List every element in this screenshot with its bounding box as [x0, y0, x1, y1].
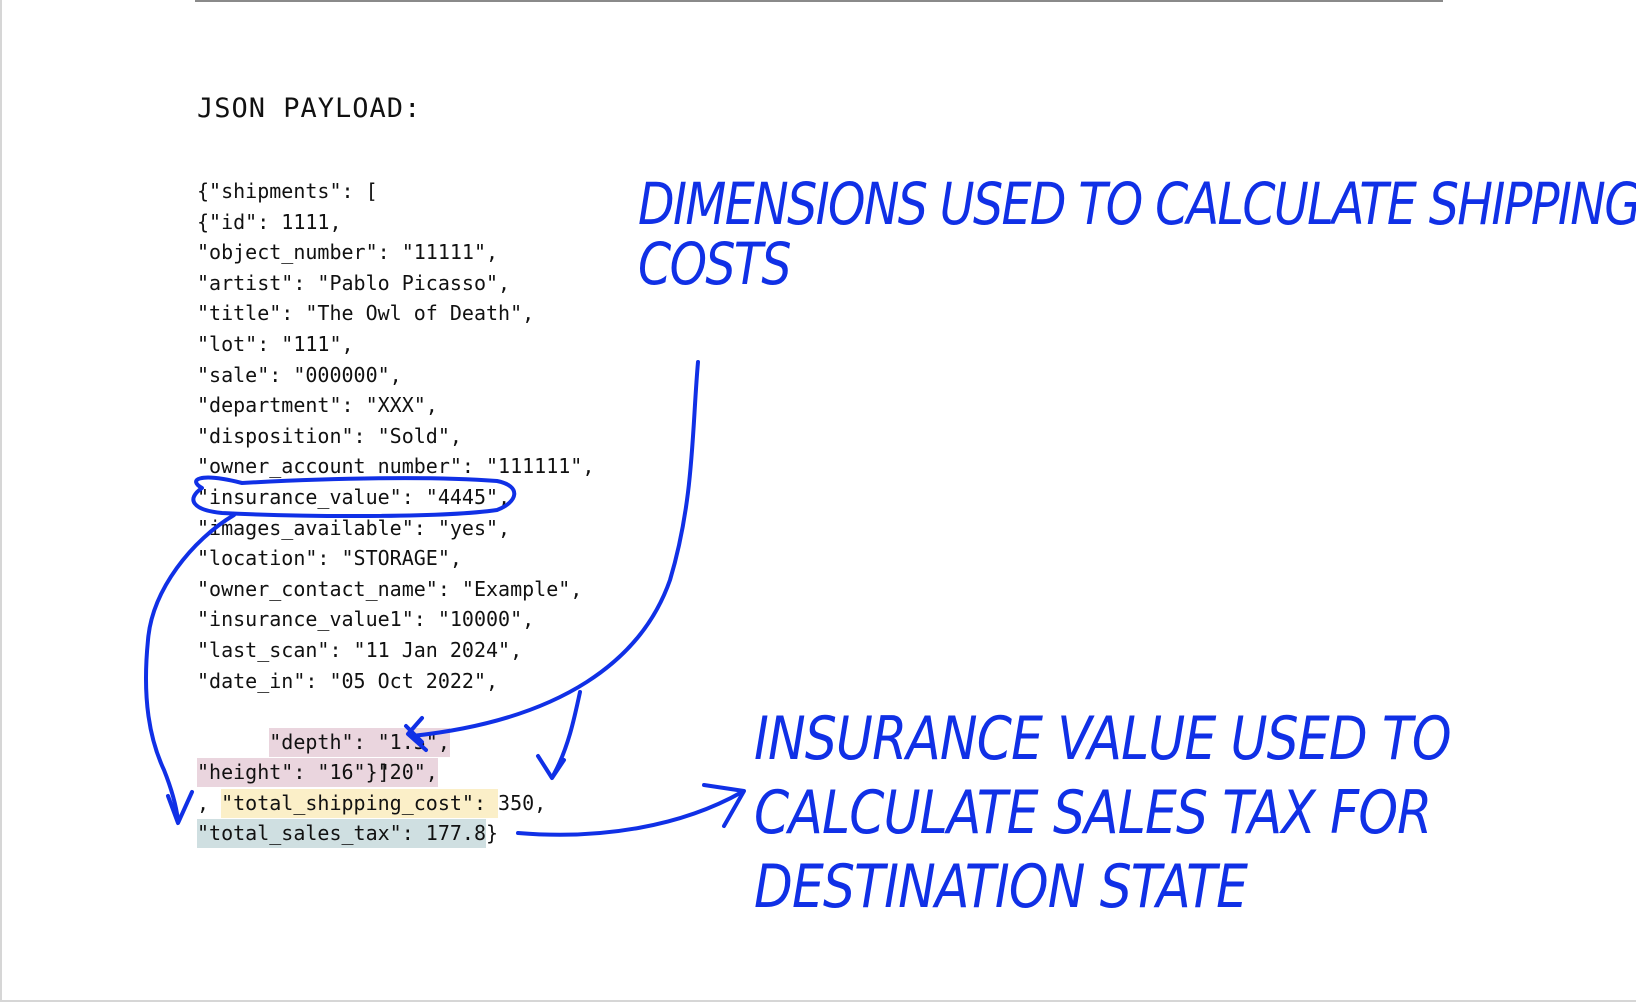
json-payload-code: {"shipments": [ {"id": 1111, "object_num…	[197, 176, 594, 849]
top-rule-divider	[195, 0, 1443, 2]
code-line: "object_number": "11111",	[197, 240, 499, 265]
height-suffix: }]	[365, 760, 390, 785]
insurance-annotation-line: CALCULATE SALES TAX FOR	[754, 778, 1432, 848]
insurance-link-arrowhead	[166, 790, 194, 825]
code-line: "images_available": "yes",	[197, 515, 511, 540]
code-line: "sale": "000000",	[197, 362, 402, 387]
shipping-cost-value: 350,	[498, 790, 547, 815]
code-line-shipping-cost: , "total_shipping_cost": 350,	[197, 788, 594, 819]
code-line: "insurance_value1": "10000",	[197, 607, 535, 632]
sales-tax-suffix: }	[485, 821, 499, 846]
sales-tax-highlight: "total_sales_tax": 177.8	[197, 819, 486, 849]
payload-heading: JSON PAYLOAD:	[197, 93, 422, 124]
document-page: JSON PAYLOAD: {"shipments": [ {"id": 111…	[0, 0, 1636, 1002]
insurance-annotation: INSURANCE VALUE USED TO CALCULATE SALES …	[754, 702, 1452, 924]
tax-to-note-arrowhead	[702, 783, 746, 828]
code-line: "disposition": "Sold",	[197, 423, 462, 448]
dimensions-annotation-line: COSTS	[638, 230, 792, 298]
depth-highlight: "depth": "1.5",	[269, 727, 450, 757]
code-line: "location": "STORAGE",	[197, 546, 462, 571]
insurance-annotation-line: INSURANCE VALUE USED TO	[754, 704, 1452, 774]
shipping-prefix: ,	[197, 790, 222, 815]
height-highlight: "height": "16"	[197, 758, 366, 788]
shipping-cost-highlight: "total_shipping_cost":	[221, 788, 499, 818]
dimensions-annotation-line: DIMENSIONS USED TO CALCULATE SHIPPING	[638, 170, 1636, 238]
insurance-annotation-line: DESTINATION STATE	[754, 852, 1248, 922]
code-line: "artist": "Pablo Picasso",	[197, 270, 511, 295]
code-line: "title": "The Owl of Death",	[197, 301, 535, 326]
code-line: "owner_account_number": "111111",	[197, 454, 595, 479]
code-line-depth: "depth": "1.5",	[197, 696, 594, 757]
dimensions-annotation: DIMENSIONS USED TO CALCULATE SHIPPING CO…	[638, 174, 1636, 294]
code-line: {"id": 1111,	[197, 209, 342, 234]
code-line: "date_in": "05 Oct 2022",	[197, 668, 499, 693]
code-line: "owner_contact_name": "Example",	[197, 576, 583, 601]
code-line-insurance-value: "insurance_value": "4445",	[197, 484, 511, 509]
code-line: "lot": "111",	[197, 331, 354, 356]
code-line: {"shipments": [	[197, 179, 378, 203]
code-line: "department": "XXX",	[197, 393, 438, 418]
code-line: "last_scan": "11 Jan 2024",	[197, 637, 523, 662]
code-line-sales-tax: "total_sales_tax": 177.8}	[197, 818, 594, 849]
